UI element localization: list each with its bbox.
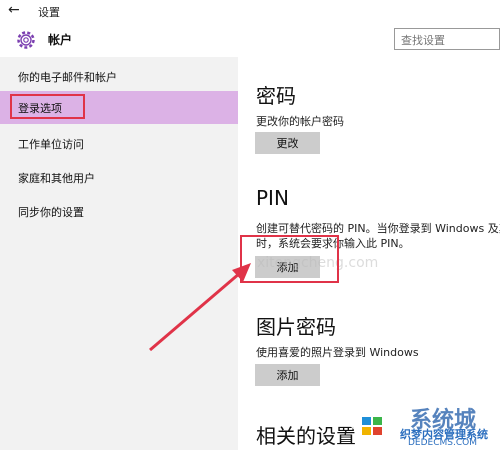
add-picture-password-button[interactable]: 添加 [255, 364, 320, 386]
page-title: 帐户 [48, 33, 73, 47]
sidebar-item-label: 家庭和其他用户 [18, 172, 95, 185]
sidebar-item-sync-settings[interactable]: 同步你的设置 [0, 195, 238, 228]
sidebar-item-sign-in-options[interactable]: 登录选项 [0, 91, 238, 124]
search-input[interactable] [395, 30, 500, 51]
related-settings-title: 相关的设置 [256, 424, 356, 448]
windows-logo-icon [350, 406, 394, 446]
pin-desc-line1: 创建可替代密码的 PIN。当你登录到 Windows 及其 [256, 222, 500, 235]
sidebar-item-label: 工作单位访问 [18, 138, 84, 151]
picture-password-desc: 使用喜爱的照片登录到 Windows [256, 346, 419, 359]
sidebar-item-work-access[interactable]: 工作单位访问 [0, 127, 238, 160]
window-title: 设置 [38, 6, 60, 19]
watermark: 系统城 织梦内容管理系统 DEDECMS.COM [346, 402, 496, 448]
watermark-url: DEDECMS.COM [408, 438, 477, 448]
password-title: 密码 [256, 84, 296, 108]
annotation-box [240, 235, 339, 283]
change-password-button[interactable]: 更改 [255, 132, 320, 154]
sidebar-item-label: 登录选项 [18, 102, 62, 115]
sidebar-item-label: 你的电子邮件和帐户 [18, 71, 117, 84]
page-header: 帐户 [0, 22, 500, 57]
sidebar-item-email-accounts[interactable]: 你的电子邮件和帐户 [0, 60, 238, 93]
title-bar: ← 设置 [0, 0, 500, 22]
gear-icon [17, 31, 35, 49]
password-desc: 更改你的帐户密码 [256, 115, 344, 128]
search-box[interactable] [394, 28, 500, 51]
sidebar-item-label: 同步你的设置 [18, 206, 84, 219]
sidebar-item-family-users[interactable]: 家庭和其他用户 [0, 161, 238, 194]
back-arrow-icon[interactable]: ← [8, 2, 20, 18]
picture-password-title: 图片密码 [256, 315, 336, 339]
sidebar: 你的电子邮件和帐户 登录选项 工作单位访问 家庭和其他用户 同步你的设置 [0, 57, 238, 450]
pin-title: PIN [256, 186, 289, 210]
